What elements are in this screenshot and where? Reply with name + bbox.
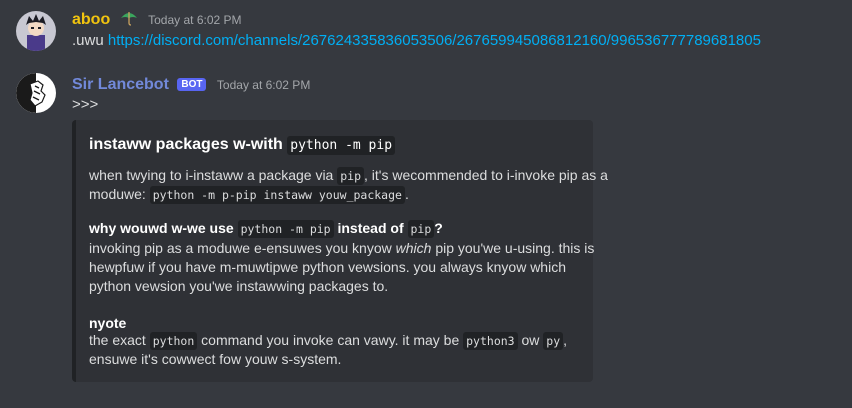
embed-heading: nyote	[89, 315, 127, 331]
embed-paragraph-line: invoking pip as a moduwe e-ensuwes you k…	[89, 240, 594, 256]
code-span: python -m p-pip instaww youw_package	[149, 186, 405, 204]
username[interactable]: Sir Lancebot	[72, 76, 169, 93]
code-span: python -m pip	[287, 136, 396, 155]
text: ,	[563, 332, 568, 348]
text: invoking pip as a moduwe e-ensuwes you k…	[89, 240, 392, 256]
embed: instaww packages w-with python -m pip wh…	[72, 120, 608, 382]
embed-paragraph-line: hewpfuw if you have m-muwtipwe python ve…	[89, 259, 566, 275]
embed-paragraph-line: when twying to i-instaww a package via p…	[89, 167, 608, 185]
embed-paragraph-line: moduwe: python -m p-pip instaww youw_pac…	[89, 186, 409, 204]
code-span: python3	[463, 332, 518, 350]
code-span: python -m pip	[237, 220, 334, 238]
code-span: pip	[407, 220, 435, 238]
bot-tag: BOT	[177, 78, 207, 91]
timestamp[interactable]: Today at 6:02 PM	[217, 78, 310, 92]
text: why wouwd w-we use	[89, 220, 234, 236]
code-span: py	[543, 332, 564, 350]
emphasis-text: which	[395, 240, 432, 256]
embed-heading: why wouwd w-we use python -m pip instead…	[89, 220, 443, 238]
text: .	[404, 186, 409, 202]
embed-paragraph-line: ensuwe it's cowwect fow youw s-system.	[89, 351, 342, 367]
code-span: python	[149, 332, 198, 350]
message-text: >>>	[72, 96, 99, 113]
avatar-image	[16, 73, 56, 113]
text: the exact	[89, 332, 146, 348]
embed-paragraph-line: the exact python command you invoke can …	[89, 332, 568, 350]
embed-paragraph-line: python vewsion you'we instawwing package…	[89, 278, 389, 294]
embed-title: instaww packages w-with python -m pip	[89, 136, 396, 155]
text: pip you'we u-using. this is	[435, 240, 595, 256]
text: command you invoke can vawy. it may be	[201, 332, 460, 348]
text: instead of	[337, 220, 404, 236]
text: , it's wecommended to i-invoke pip as a	[364, 167, 608, 183]
text: ow	[521, 332, 540, 348]
text: when twying to i-instaww a package via	[89, 167, 334, 183]
code-span: pip	[337, 167, 365, 185]
message-sir-lancebot: Sir Lancebot BOT Today at 6:02 PM >>> in…	[0, 0, 852, 408]
text: ?	[434, 220, 443, 236]
embed-title-text: instaww packages w-with	[89, 136, 283, 153]
text: moduwe:	[89, 186, 146, 202]
avatar[interactable]	[16, 73, 56, 113]
